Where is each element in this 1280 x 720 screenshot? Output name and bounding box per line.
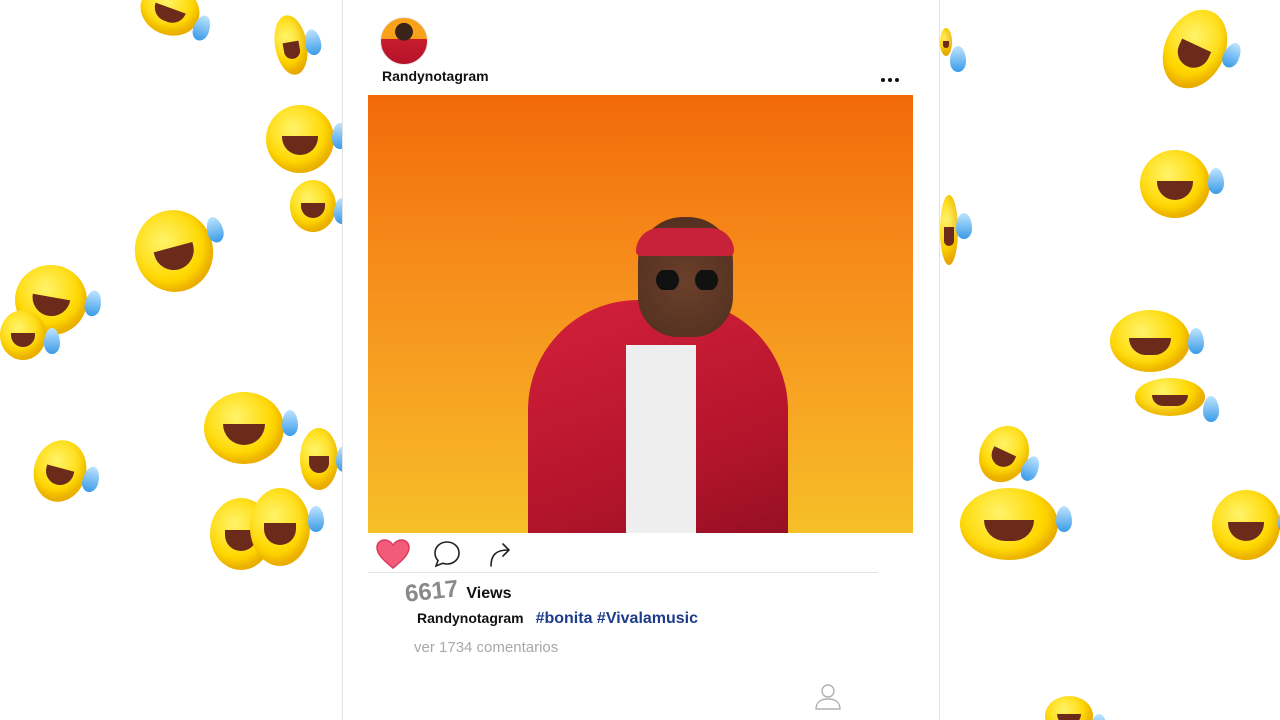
laughing-emoji-icon (204, 392, 298, 464)
laughing-emoji-icon (1212, 490, 1280, 560)
laughing-emoji-icon (969, 417, 1039, 491)
views-count: 6617 (403, 575, 460, 608)
laughing-emoji-icon (1150, 0, 1240, 99)
divider (368, 572, 878, 573)
person-sunglasses (648, 270, 726, 290)
post-card: Randynotagram 6617 Views Randynotagram #… (342, 0, 940, 720)
laughing-emoji-icon (1110, 310, 1204, 372)
share-arrow-icon (490, 543, 510, 567)
video-frame: Randynotagram 6617 Views Randynotagram #… (0, 0, 1280, 720)
laughing-emoji-icon (1045, 696, 1107, 720)
laughing-emoji-icon (300, 428, 352, 490)
post-photo[interactable] (368, 95, 913, 533)
user-icon (815, 684, 841, 710)
more-dots-icon (895, 78, 899, 82)
like-button[interactable] (375, 536, 411, 572)
avatar[interactable] (380, 17, 428, 65)
laughing-emoji-icon (125, 201, 223, 301)
post-actions (375, 536, 519, 572)
laughing-emoji-icon (250, 488, 324, 566)
more-dots-icon (881, 78, 885, 82)
laughing-emoji-icon (1140, 150, 1224, 218)
comment-button[interactable] (429, 536, 465, 572)
person-bandana (636, 228, 734, 256)
share-button[interactable] (483, 536, 519, 572)
laughing-emoji-icon (940, 195, 972, 265)
more-options-button[interactable] (875, 70, 905, 90)
laughing-emoji-icon (960, 488, 1072, 560)
views-row: 6617 Views (403, 575, 512, 608)
heart-icon (376, 539, 410, 569)
laughing-emoji-icon (266, 105, 348, 173)
post-username[interactable]: Randynotagram (382, 68, 489, 84)
laughing-emoji-icon (940, 28, 966, 72)
person-shirt (626, 345, 696, 533)
laughing-emoji-icon (270, 12, 312, 78)
view-comments-link[interactable]: ver 1734 comentarios (414, 639, 558, 656)
laughing-emoji-icon (0, 310, 60, 360)
views-label: Views (466, 585, 512, 602)
caption-username[interactable]: Randynotagram (417, 610, 524, 626)
laughing-emoji-icon (133, 0, 207, 44)
profile-button[interactable] (813, 682, 843, 712)
caption-hashtags[interactable]: #bonita #Vivalamusic (536, 610, 698, 628)
caption: Randynotagram #bonita #Vivalamusic (417, 610, 698, 628)
comment-bubble-icon (434, 541, 460, 568)
more-dots-icon (888, 78, 892, 82)
laughing-emoji-icon (290, 180, 350, 232)
laughing-emoji-icon (1135, 378, 1219, 422)
laughing-emoji-icon (26, 434, 94, 508)
